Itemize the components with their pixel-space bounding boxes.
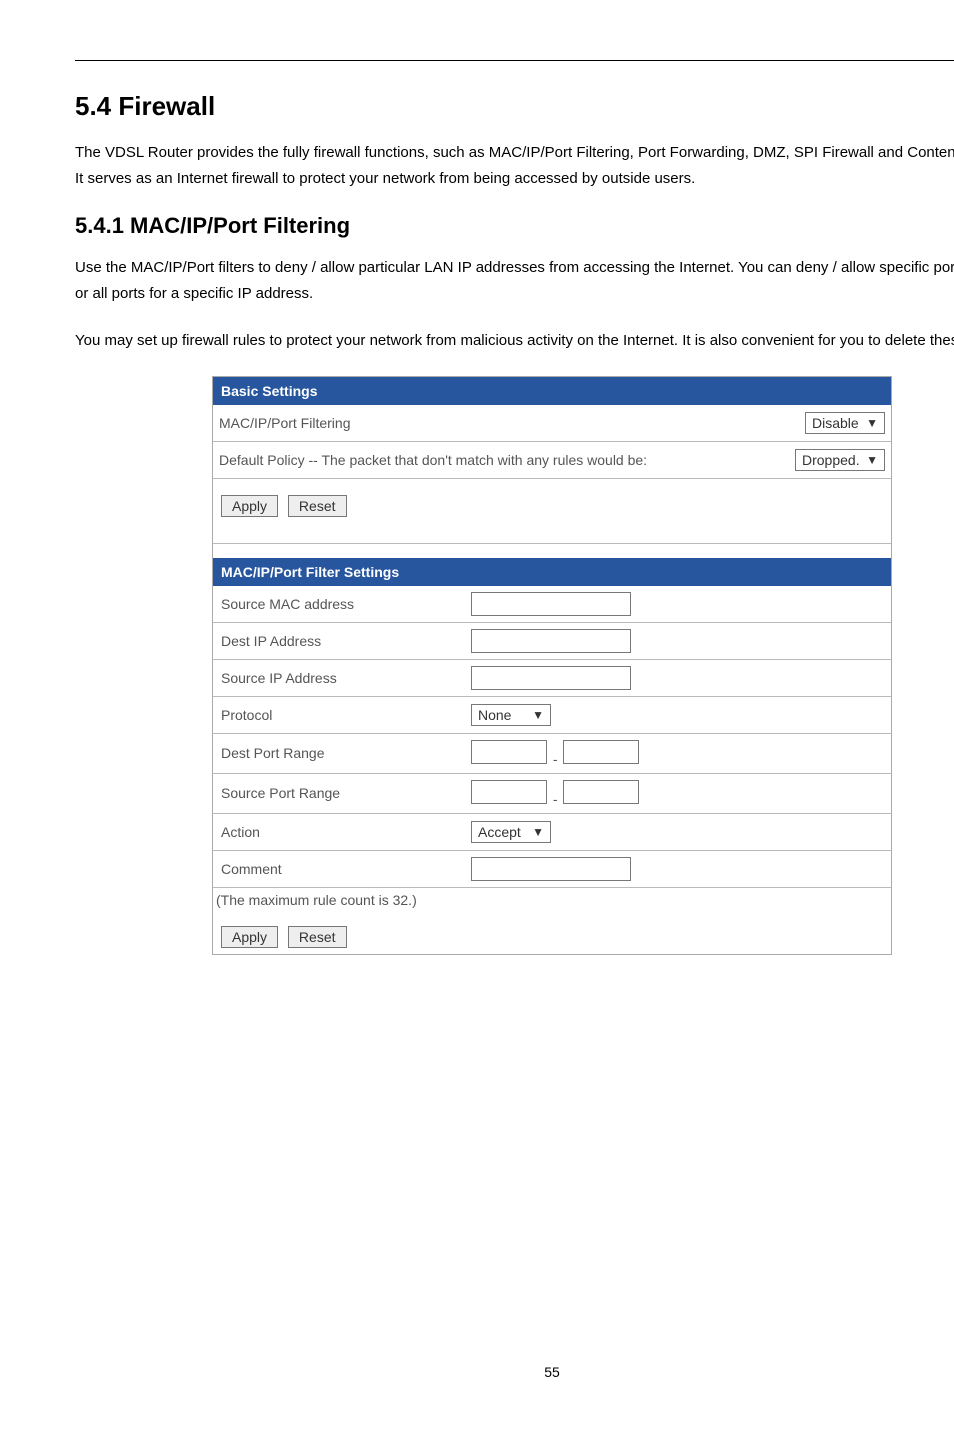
action-label: Action bbox=[219, 820, 469, 844]
src-port-label: Source Port Range bbox=[219, 781, 469, 805]
sub-paragraph-2: You may set up firewall rules to protect… bbox=[75, 328, 954, 354]
chevron-down-icon: ▼ bbox=[866, 453, 878, 467]
filtering-row: MAC/IP/Port Filtering Disable ▼ bbox=[213, 405, 891, 442]
policy-value: Dropped. bbox=[802, 452, 860, 468]
chevron-down-icon: ▼ bbox=[866, 416, 878, 430]
dest-port-to-input[interactable] bbox=[563, 740, 639, 764]
basic-settings-header: Basic Settings bbox=[213, 377, 891, 405]
sub-section-heading: 5.4.1 MAC/IP/Port Filtering bbox=[75, 213, 954, 239]
range-separator: - bbox=[551, 791, 560, 807]
src-ip-input[interactable] bbox=[471, 666, 631, 690]
basic-reset-button[interactable]: Reset bbox=[288, 495, 347, 517]
chevron-down-icon: ▼ bbox=[532, 708, 544, 722]
src-mac-row: Source MAC address bbox=[213, 586, 891, 623]
dest-ip-row: Dest IP Address bbox=[213, 623, 891, 660]
dest-ip-input[interactable] bbox=[471, 629, 631, 653]
dest-port-from-input[interactable] bbox=[471, 740, 547, 764]
range-separator: - bbox=[551, 751, 560, 767]
src-mac-input[interactable] bbox=[471, 592, 631, 616]
max-rule-footnote: (The maximum rule count is 32.) bbox=[213, 888, 891, 912]
action-select[interactable]: Accept ▼ bbox=[471, 821, 551, 843]
intro-paragraph: The VDSL Router provides the fully firew… bbox=[75, 140, 954, 191]
protocol-value: None bbox=[478, 707, 511, 723]
filter-apply-button[interactable]: Apply bbox=[221, 926, 278, 948]
src-ip-row: Source IP Address bbox=[213, 660, 891, 697]
dest-ip-label: Dest IP Address bbox=[219, 629, 469, 653]
page-number: 55 bbox=[75, 1364, 954, 1380]
src-mac-label: Source MAC address bbox=[219, 592, 469, 616]
filter-button-row: Apply Reset bbox=[213, 912, 891, 954]
top-rule bbox=[75, 60, 954, 61]
comment-label: Comment bbox=[219, 857, 469, 881]
src-ip-label: Source IP Address bbox=[219, 666, 469, 690]
chevron-down-icon: ▼ bbox=[532, 825, 544, 839]
protocol-select[interactable]: None ▼ bbox=[471, 704, 551, 726]
src-port-row: Source Port Range - bbox=[213, 774, 891, 814]
filtering-select[interactable]: Disable ▼ bbox=[805, 412, 885, 434]
basic-apply-button[interactable]: Apply bbox=[221, 495, 278, 517]
src-port-to-input[interactable] bbox=[563, 780, 639, 804]
section-heading: 5.4 Firewall bbox=[75, 91, 954, 122]
protocol-row: Protocol None ▼ bbox=[213, 697, 891, 734]
dest-port-row: Dest Port Range - bbox=[213, 734, 891, 774]
comment-input[interactable] bbox=[471, 857, 631, 881]
policy-row: Default Policy -- The packet that don't … bbox=[213, 442, 891, 479]
filter-reset-button[interactable]: Reset bbox=[288, 926, 347, 948]
filtering-label: MAC/IP/Port Filtering bbox=[219, 415, 805, 431]
dest-port-label: Dest Port Range bbox=[219, 741, 469, 765]
action-value: Accept bbox=[478, 824, 521, 840]
comment-row: Comment bbox=[213, 851, 891, 888]
policy-select[interactable]: Dropped. ▼ bbox=[795, 449, 885, 471]
protocol-label: Protocol bbox=[219, 703, 469, 727]
sub-paragraph-1: Use the MAC/IP/Port filters to deny / al… bbox=[75, 255, 954, 306]
policy-label: Default Policy -- The packet that don't … bbox=[219, 452, 795, 468]
settings-panel: Basic Settings MAC/IP/Port Filtering Dis… bbox=[212, 376, 892, 955]
gap-row bbox=[213, 544, 891, 558]
action-row: Action Accept ▼ bbox=[213, 814, 891, 851]
src-port-from-input[interactable] bbox=[471, 780, 547, 804]
filtering-value: Disable bbox=[812, 415, 859, 431]
basic-button-row: Apply Reset bbox=[213, 479, 891, 544]
filter-settings-header: MAC/IP/Port Filter Settings bbox=[213, 558, 891, 586]
